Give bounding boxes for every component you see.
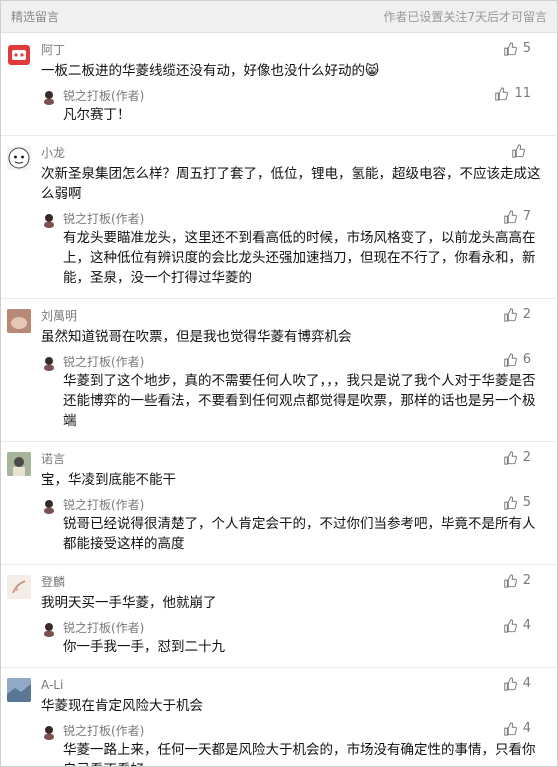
like-count: 7 [522, 209, 531, 224]
comment-author: 小龙 [41, 146, 66, 160]
reply-text: 华菱到了这个地步，真的不需要任何人吹了，，，我只是说了我个人对于华菱是否还能博弈… [63, 373, 536, 429]
comment-author: 阿丁 [41, 43, 66, 57]
author-reply: 锐之打板(作者) 华菱一路上来，任何一天都是风险大于机会的，市场没有确定性的事情… [41, 721, 543, 766]
thumbs-up-icon [512, 144, 525, 158]
reply-like-button[interactable]: 4 [503, 721, 531, 736]
comment-item: 登麟 我明天买一手华菱，他就崩了 2 锐之打板(作者) 你一手我一手，怼到二十九… [1, 565, 557, 668]
comment-text: 虽然知道锐哥在吹票，但是我也觉得华菱有博弈机会 [41, 329, 352, 345]
like-count: 5 [522, 495, 531, 510]
thumbs-up-icon [503, 618, 517, 633]
section-title: 精选留言 [11, 10, 60, 24]
avatar[interactable] [7, 146, 31, 170]
reply-text: 华菱一路上来，任何一天都是风险大于机会的，市场没有确定性的事情，只看你自己看不看… [63, 742, 536, 766]
avatar[interactable] [7, 309, 31, 333]
author-reply: 锐之打板(作者) 锐哥已经说得很清楚了，个人肯定会干的，不过你们当参考吧，毕竟不… [41, 495, 543, 554]
comment-text: 宝，华凌到底能不能干 [41, 472, 176, 488]
like-count: 2 [522, 307, 531, 322]
reply-text: 你一手我一手，怼到二十九 [63, 639, 225, 655]
comment-text: 次新圣泉集团怎么样？周五打了套了，低位，锂电，氢能，超级电容，不应该走成这么弱啊 [41, 166, 541, 202]
avatar[interactable] [7, 678, 31, 702]
author-avatar [41, 355, 57, 371]
comment-author: 登麟 [41, 575, 66, 589]
like-count: 2 [522, 450, 531, 465]
thumbs-up-icon [503, 573, 517, 588]
author-reply: 锐之打板(作者) 有龙头要瞄准龙头，这里还不到看高低的时候，市场风格变了，以前龙… [41, 209, 543, 288]
like-count: 4 [522, 618, 531, 633]
reply-author: 锐之打板(作者) [63, 212, 145, 226]
like-button[interactable]: 5 [503, 41, 531, 56]
author-avatar [41, 498, 57, 514]
avatar[interactable] [7, 452, 31, 476]
thumbs-up-icon [503, 495, 517, 510]
avatar[interactable] [7, 575, 31, 599]
reply-like-button[interactable]: 4 [503, 618, 531, 633]
author-avatar [41, 89, 57, 105]
reply-author: 锐之打板(作者) [63, 498, 145, 512]
thumbs-up-icon [503, 721, 517, 736]
comment-item: 阿丁 一板二板进的华菱线缆还没有动，好像也没什么好动的😸 5 锐之打板(作者) … [1, 33, 557, 136]
like-count: 4 [522, 676, 531, 691]
thumbs-up-icon [503, 676, 517, 691]
like-count: 11 [514, 86, 531, 101]
comment-text: 我明天买一手华菱，他就崩了 [41, 595, 217, 611]
avatar[interactable] [7, 43, 31, 67]
comment-restriction-notice: 作者已设置关注7天后才可留言 [383, 10, 547, 24]
author-reply: 锐之打板(作者) 你一手我一手，怼到二十九 4 [41, 618, 543, 657]
comment-author: 刘萬明 [41, 309, 78, 323]
reply-like-button[interactable]: 5 [503, 495, 531, 510]
thumbs-up-icon [503, 41, 517, 56]
comment-text: 一板二板进的华菱线缆还没有动，好像也没什么好动的😸 [41, 63, 380, 79]
comment-text: 华菱现在肯定风险大于机会 [41, 698, 203, 714]
comment-panel: 精选留言 作者已设置关注7天后才可留言 阿丁 一板二板进的华菱线缆还没有动，好像… [0, 0, 558, 767]
like-count: 6 [522, 352, 531, 367]
comment-item: 诺言 宝，华凌到底能不能干 2 锐之打板(作者) 锐哥已经说得很清楚了，个人肯定… [1, 442, 557, 565]
like-count: 2 [522, 573, 531, 588]
reply-author: 锐之打板(作者) [63, 355, 145, 369]
like-button[interactable]: 2 [503, 307, 531, 322]
author-avatar [41, 621, 57, 637]
thumbs-up-icon [495, 86, 509, 101]
reply-author: 锐之打板(作者) [63, 724, 145, 738]
reply-like-button[interactable]: 11 [494, 86, 531, 101]
author-reply: 锐之打板(作者) 华菱到了这个地步，真的不需要任何人吹了，，，我只是说了我个人对… [41, 352, 543, 431]
thumbs-up-icon [503, 209, 517, 224]
comment-author: A-Li [41, 678, 64, 692]
comment-item: A-Li 华菱现在肯定风险大于机会 4 锐之打板(作者) 华菱一路上来，任何一天… [1, 668, 557, 766]
comment-author: 诺言 [41, 452, 66, 466]
like-count: 5 [522, 41, 531, 56]
author-reply: 锐之打板(作者) 凡尔赛丁！ 11 [41, 86, 543, 125]
thumbs-up-icon [503, 352, 517, 367]
reply-text: 有龙头要瞄准龙头，这里还不到看高低的时候，市场风格变了，以前龙头高高在上，这种低… [63, 230, 536, 286]
reply-like-button[interactable]: 7 [503, 209, 531, 224]
reply-text: 锐哥已经说得很清楚了，个人肯定会干的，不过你们当参考吧，毕竟不是所有人都能接受这… [63, 516, 536, 552]
like-count: 4 [522, 721, 531, 736]
reply-text: 凡尔赛丁！ [63, 107, 131, 123]
thumbs-up-icon [503, 450, 517, 465]
like-button[interactable]: 2 [503, 450, 531, 465]
reply-like-button[interactable]: 6 [503, 352, 531, 367]
author-avatar [41, 724, 57, 740]
reply-author: 锐之打板(作者) [63, 621, 145, 635]
comment-item: 小龙 次新圣泉集团怎么样？周五打了套了，低位，锂电，氢能，超级电容，不应该走成这… [1, 136, 557, 299]
comment-item: 刘萬明 虽然知道锐哥在吹票，但是我也觉得华菱有博弈机会 2 锐之打板(作者) 华… [1, 299, 557, 442]
like-button[interactable] [511, 144, 531, 158]
like-button[interactable]: 2 [503, 573, 531, 588]
like-button[interactable]: 4 [503, 676, 531, 691]
header-bar: 精选留言 作者已设置关注7天后才可留言 [1, 1, 557, 33]
thumbs-up-icon [503, 307, 517, 322]
author-avatar [41, 212, 57, 228]
reply-author: 锐之打板(作者) [63, 89, 145, 103]
